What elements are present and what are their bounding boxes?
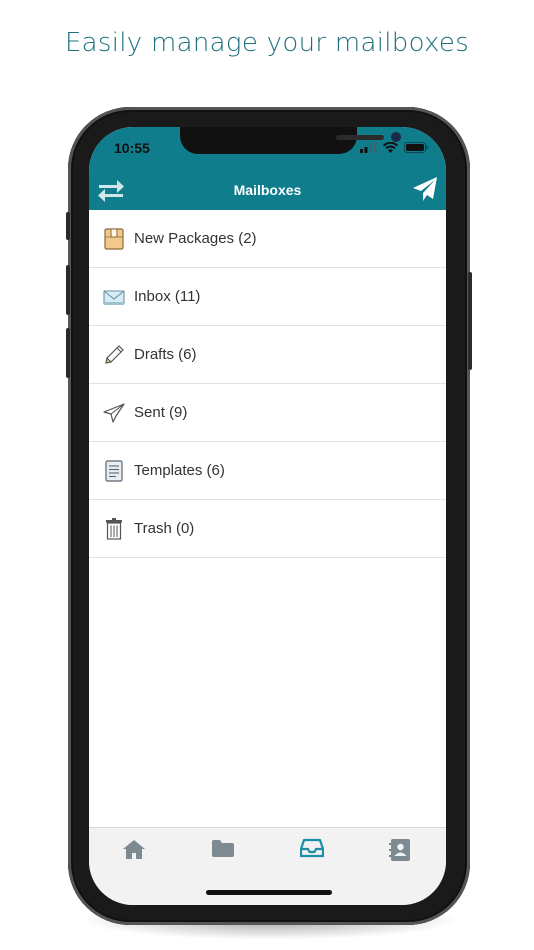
app-screen: 10:55 Mailboxes New Packages (2) Inbox (… xyxy=(89,127,446,905)
mailbox-label: Trash (0) xyxy=(134,520,195,537)
contacts-icon[interactable] xyxy=(389,838,415,862)
status-time: 10:55 xyxy=(114,140,150,156)
mailbox-item-new-packages[interactable]: New Packages (2) xyxy=(89,210,446,268)
app-header: 10:55 Mailboxes xyxy=(89,127,446,210)
phone-volume-up-button xyxy=(66,265,70,315)
paper-plane-outline-icon xyxy=(103,402,125,424)
mailbox-label: Templates (6) xyxy=(134,462,225,479)
template-document-icon xyxy=(103,459,125,482)
trash-icon xyxy=(103,517,125,540)
mailbox-list: New Packages (2) Inbox (11) Drafts (6) S… xyxy=(89,210,446,558)
wifi-icon xyxy=(383,141,398,153)
status-icons xyxy=(360,141,428,153)
inbox-tray-icon[interactable] xyxy=(299,838,326,862)
signal-icon xyxy=(360,141,377,153)
mailbox-label: Drafts (6) xyxy=(134,346,197,363)
folder-icon[interactable] xyxy=(211,838,237,862)
battery-icon xyxy=(404,141,428,153)
mailbox-item-drafts[interactable]: Drafts (6) xyxy=(89,326,446,384)
speaker-grille xyxy=(336,135,384,140)
mailbox-item-inbox[interactable]: Inbox (11) xyxy=(89,268,446,326)
inbox-envelope-icon xyxy=(103,286,125,308)
notch xyxy=(180,127,401,154)
mailbox-item-trash[interactable]: Trash (0) xyxy=(89,500,446,558)
mailbox-label: Sent (9) xyxy=(134,404,188,421)
mailbox-item-templates[interactable]: Templates (6) xyxy=(89,442,446,500)
page-title: Mailboxes xyxy=(233,182,302,198)
pencil-icon xyxy=(103,344,125,366)
mailbox-label: New Packages (2) xyxy=(134,230,257,247)
promo-title: Easily manage your mailboxes xyxy=(64,28,470,58)
paper-plane-icon[interactable] xyxy=(412,176,438,202)
phone-silent-switch xyxy=(66,212,70,240)
phone-power-button xyxy=(468,272,472,370)
mailbox-item-sent[interactable]: Sent (9) xyxy=(89,384,446,442)
mailbox-label: Inbox (11) xyxy=(134,288,201,305)
package-icon xyxy=(103,227,125,250)
home-indicator[interactable] xyxy=(206,890,332,895)
tab-bar xyxy=(89,827,446,905)
home-icon[interactable] xyxy=(122,838,148,862)
phone-volume-down-button xyxy=(66,328,70,378)
